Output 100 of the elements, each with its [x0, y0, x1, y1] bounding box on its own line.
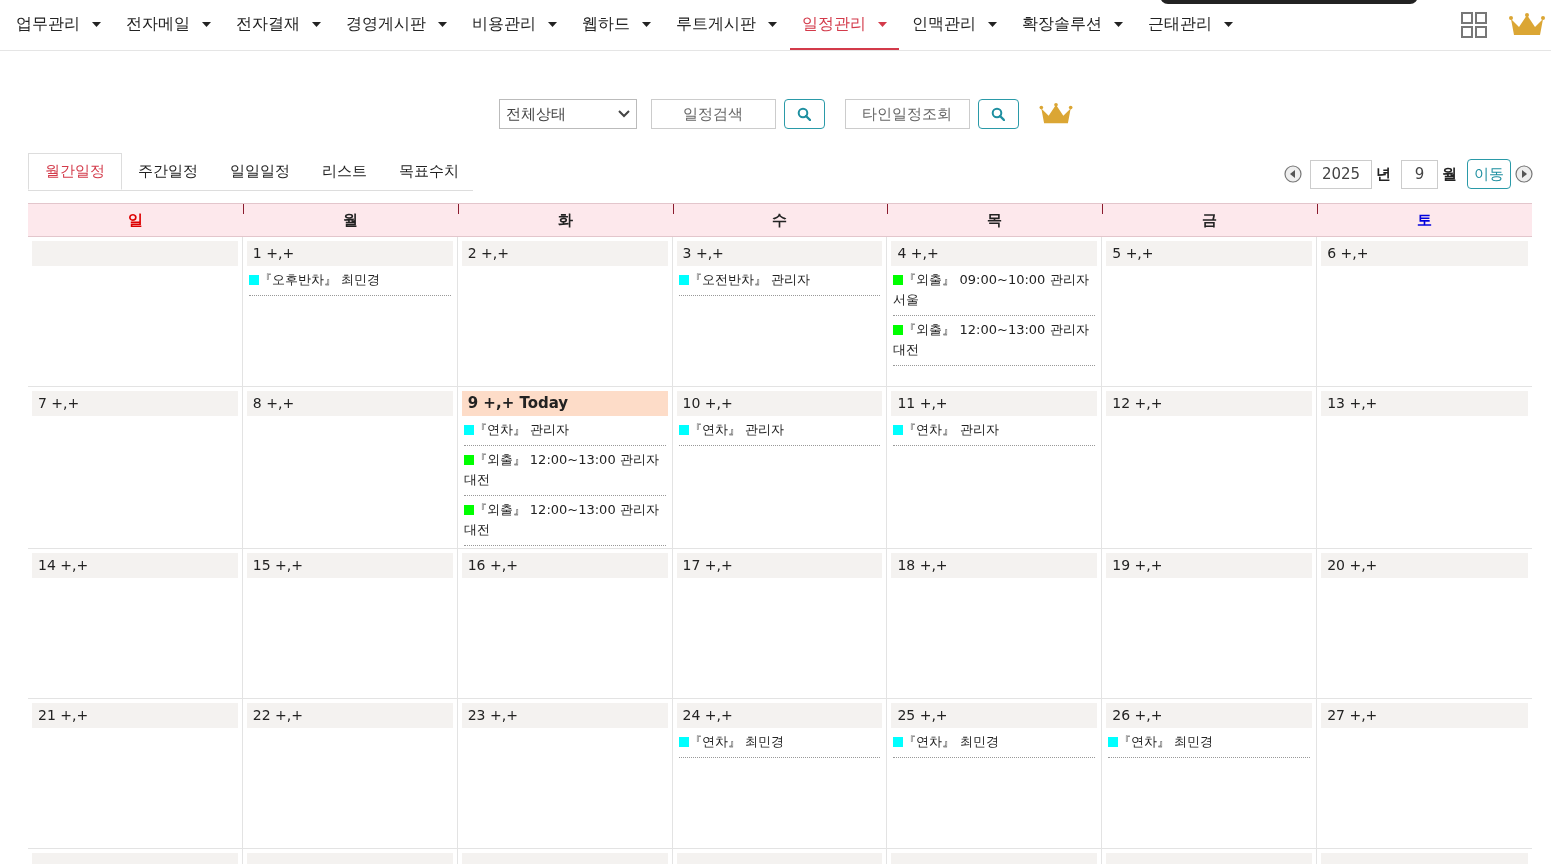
day-label: 15 +,+	[252, 556, 304, 575]
day-header[interactable]: 13 +,+	[1321, 391, 1528, 416]
day-label: 24 +,+	[682, 706, 733, 725]
nav-item[interactable]: 전자메일	[114, 0, 223, 50]
event-text: 『오후반차』 최민경	[258, 272, 380, 287]
day-header[interactable]: 20 +,+	[1321, 553, 1528, 578]
event-item[interactable]: 『외출』 12:00~13:00 관리자 대전	[463, 500, 666, 546]
day-header[interactable]: 3 +,+	[676, 241, 883, 266]
caret-icon	[768, 21, 777, 27]
month-field[interactable]: 9	[1401, 159, 1438, 189]
month-unit: 월	[1442, 163, 1457, 185]
search-button[interactable]	[783, 99, 825, 129]
day-header[interactable]: 23 +,+	[461, 703, 668, 728]
day-label: 14 +,+	[38, 556, 89, 575]
day-header[interactable]: 4 +,+	[891, 241, 1098, 266]
day-header[interactable]: 1 +,+	[246, 241, 453, 266]
day-header[interactable]: 19 +,+	[1106, 553, 1313, 578]
event-item[interactable]: 『외출』 12:00~13:00 관리자 대전	[463, 450, 666, 496]
nav-item[interactable]: 루트게시판	[664, 0, 789, 50]
day-label: 5 +,+	[1112, 244, 1154, 263]
day-header[interactable]: 22 +,+	[246, 703, 453, 728]
day-header[interactable]: 26 +,+	[1106, 703, 1313, 728]
event-item[interactable]: 『외출』 09:00~10:00 관리자 서울	[893, 270, 1096, 316]
caret-icon	[1114, 21, 1123, 27]
event-text: 『연차』 관리자	[903, 422, 999, 437]
day-header[interactable]: 21 +,+	[32, 703, 238, 728]
day-label: 3 +,+	[682, 244, 724, 263]
weekday-label: 화	[557, 209, 573, 231]
view-tab[interactable]: 일일일정	[214, 153, 306, 190]
caret-icon	[312, 21, 321, 27]
caret-icon	[878, 21, 887, 27]
event-item[interactable]: 『연차』 최민경	[678, 732, 881, 758]
day-label: 9 +,+ Today	[467, 393, 569, 415]
day-header[interactable]: 8 +,+	[246, 391, 453, 416]
schedule-search-field[interactable]: 일정검색	[650, 99, 776, 129]
nav-item[interactable]: 비용관리	[460, 0, 569, 50]
caret-icon	[438, 21, 447, 27]
nav-item[interactable]: 웹하드	[570, 0, 663, 50]
event-item[interactable]: 『오전반차』 관리자	[678, 270, 881, 296]
view-tab[interactable]: 리스트	[306, 153, 383, 190]
day-header[interactable]: 5 +,+	[1106, 241, 1313, 266]
year-field[interactable]: 2025	[1310, 159, 1372, 189]
next-icon[interactable]	[1515, 165, 1533, 183]
caret-icon	[988, 21, 997, 27]
day-label: 6 +,+	[1327, 244, 1369, 263]
event-text: 『외출』 12:00~13:00 관리자 대전	[463, 452, 659, 487]
view-tab[interactable]: 주간일정	[122, 153, 214, 190]
day-header[interactable]: 25 +,+	[891, 703, 1098, 728]
nav-item[interactable]: 경영게시판	[334, 0, 459, 50]
event-item[interactable]: 『연차』 최민경	[1108, 732, 1311, 758]
event-item[interactable]: 『오후반차』 최민경	[248, 270, 451, 296]
view-tab[interactable]: 월간일정	[28, 153, 122, 190]
nav-item[interactable]: 확장솔루션	[1010, 0, 1135, 50]
day-label: 21 +,+	[38, 706, 89, 725]
day-header[interactable]: 17 +,+	[676, 553, 883, 578]
event-item[interactable]: 『연차』 관리자	[678, 420, 881, 446]
event-item[interactable]: 『연차』 관리자	[893, 420, 1096, 446]
day-header[interactable]: 15 +,+	[246, 553, 453, 578]
weekday-label: 토	[1417, 209, 1433, 231]
view-tab[interactable]: 목표수치	[383, 153, 475, 190]
day-label: 11 +,+	[897, 394, 948, 413]
day-header[interactable]: 16 +,+	[461, 553, 668, 578]
day-header[interactable]: 7 +,+	[32, 391, 238, 416]
day-header[interactable]: 24 +,+	[676, 703, 883, 728]
day-label: 1 +,+	[252, 244, 295, 263]
go-button[interactable]: 이동	[1467, 159, 1511, 189]
day-header[interactable]: 9 +,+ Today	[461, 391, 668, 416]
day-header[interactable]: 12 +,+	[1106, 391, 1313, 416]
weekday-label: 일	[127, 209, 143, 231]
day-header[interactable]: 18 +,+	[891, 553, 1098, 578]
nav-item[interactable]: 일정관리	[790, 0, 899, 50]
day-header[interactable]: 14 +,+	[32, 553, 238, 578]
day-label: 22 +,+	[252, 706, 304, 725]
others-schedule-field[interactable]: 타인일정조회	[844, 99, 970, 129]
event-text: 『연차』 최민경	[688, 734, 784, 749]
day-header[interactable]: 6 +,+	[1321, 241, 1528, 266]
previous-icon[interactable]	[1284, 165, 1302, 183]
status-select[interactable]: 전체상태	[498, 99, 637, 129]
day-label: 25 +,+	[897, 706, 948, 725]
weekday-label: 목	[987, 209, 1003, 231]
caret-icon	[92, 21, 101, 27]
day-label: 23 +,+	[467, 706, 518, 725]
nav-item[interactable]: 업무관리	[4, 0, 113, 50]
year-unit: 년	[1376, 163, 1391, 185]
day-header[interactable]: 11 +,+	[891, 391, 1098, 416]
day-header[interactable]: 27 +,+	[1321, 703, 1528, 728]
day-header[interactable]: 10 +,+	[676, 391, 883, 416]
caret-icon	[202, 21, 211, 27]
event-text: 『외출』 09:00~10:00 관리자 서울	[893, 272, 1089, 307]
nav-item[interactable]: 전자결재	[224, 0, 333, 50]
event-item[interactable]: 『연차』 관리자	[463, 420, 666, 446]
nav-item[interactable]: 인맥관리	[900, 0, 1009, 50]
grid-icon[interactable]	[1461, 12, 1487, 38]
event-item[interactable]: 『외출』 12:00~13:00 관리자 대전	[893, 320, 1096, 366]
nav-item[interactable]: 근태관리	[1136, 0, 1245, 50]
search-button[interactable]	[977, 99, 1019, 129]
day-header[interactable]: 2 +,+	[461, 241, 668, 266]
caret-icon	[548, 21, 557, 27]
event-item[interactable]: 『연차』 최민경	[893, 732, 1096, 758]
event-text: 『연차』 최민경	[1118, 734, 1214, 749]
